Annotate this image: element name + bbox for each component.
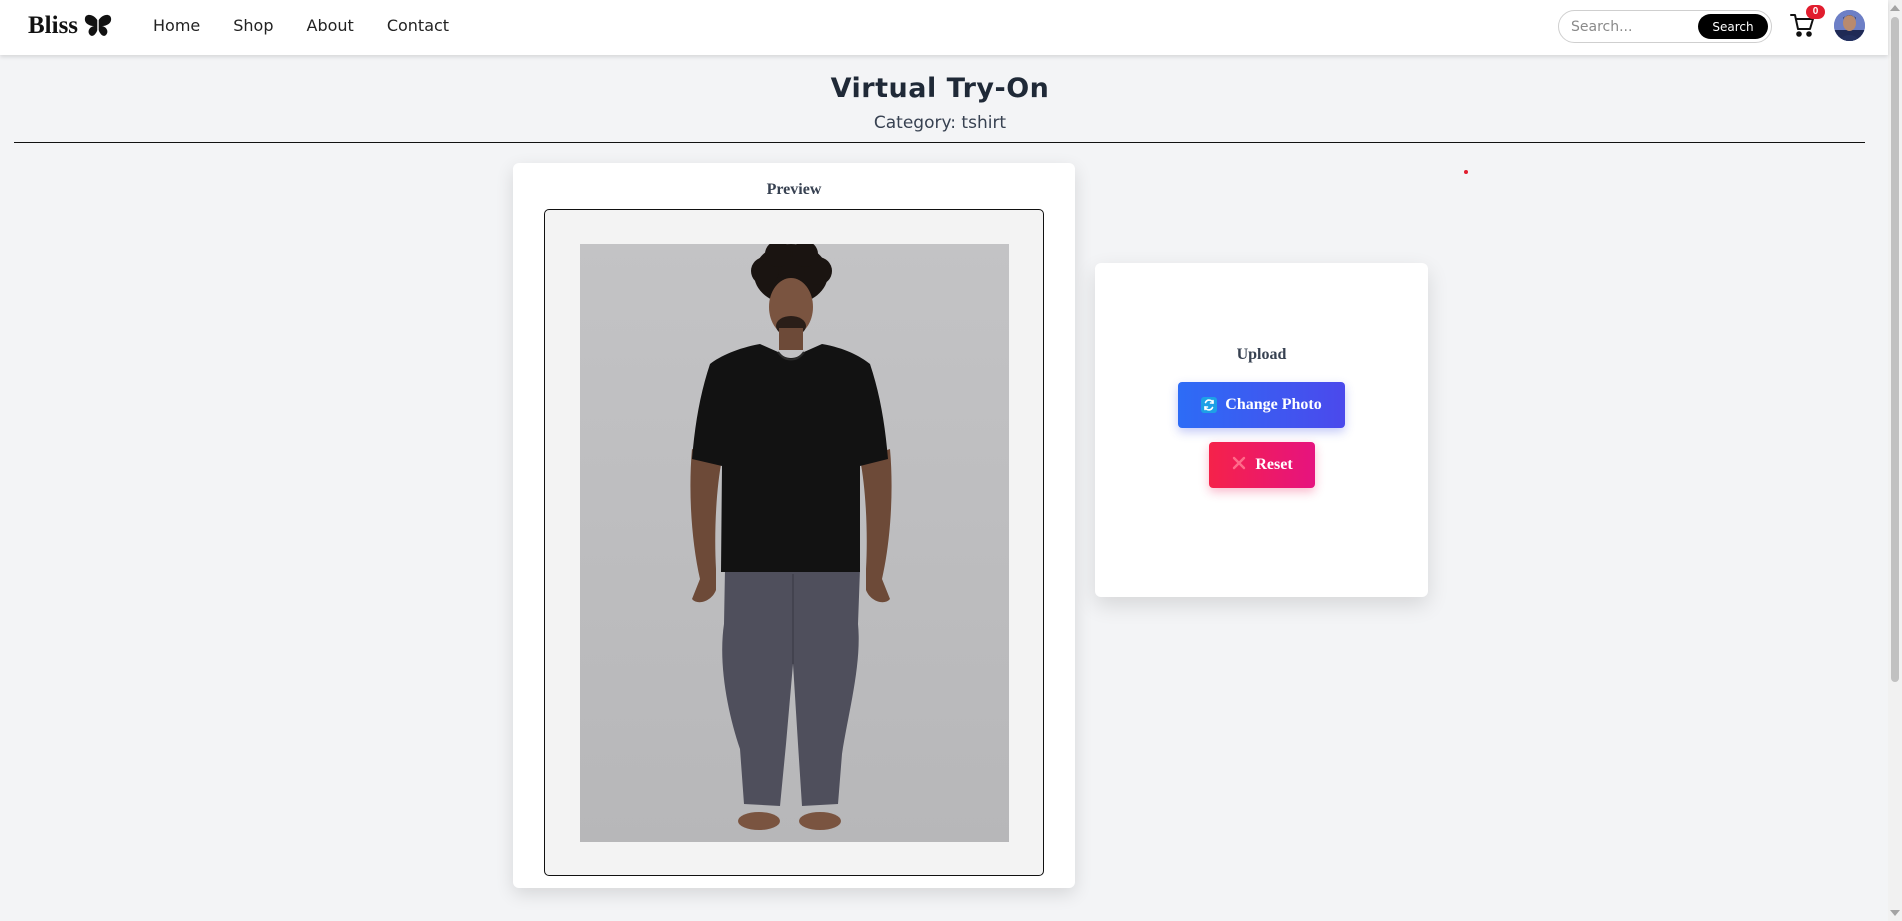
reset-label: Reset [1255, 456, 1293, 473]
avatar-image [1834, 10, 1865, 41]
upload-card: Upload Change Photo Reset [1095, 263, 1428, 597]
nav-link-contact[interactable]: Contact [387, 16, 449, 35]
user-avatar[interactable] [1834, 10, 1865, 41]
change-photo-label: Change Photo [1225, 396, 1322, 413]
refresh-icon [1201, 397, 1218, 413]
nav-link-shop[interactable]: Shop [233, 16, 273, 35]
nav-link-about[interactable]: About [307, 16, 354, 35]
brand-logo[interactable]: Bliss [28, 12, 112, 40]
butterfly-icon [84, 14, 112, 36]
scroll-down-arrow[interactable] [1890, 910, 1900, 916]
preview-image [580, 244, 1009, 842]
search-input[interactable] [1571, 17, 1696, 37]
navbar: Bliss Home Shop About Contact Search 0 [0, 0, 1888, 55]
cart-count-badge: 0 [1806, 5, 1825, 19]
search-button[interactable]: Search [1698, 14, 1768, 39]
nav-links: Home Shop About Contact [153, 16, 482, 35]
change-photo-button[interactable]: Change Photo [1178, 382, 1345, 428]
search-bar: Search [1558, 10, 1772, 43]
page-title: Virtual Try-On [830, 73, 1050, 104]
preview-card: Preview [513, 163, 1075, 888]
indicator-dot [1464, 170, 1468, 174]
brand-name: Bliss [28, 12, 79, 39]
scroll-up-arrow[interactable] [1890, 5, 1900, 11]
model-photo [580, 244, 1009, 842]
preview-frame [544, 209, 1044, 876]
close-icon [1231, 455, 1247, 476]
category-label: Category: tshirt [873, 113, 1007, 133]
scroll-thumb[interactable] [1891, 17, 1899, 682]
vertical-scrollbar[interactable] [1888, 0, 1902, 921]
nav-link-home[interactable]: Home [153, 16, 200, 35]
reset-button[interactable]: Reset [1209, 442, 1315, 488]
upload-title: Upload [1236, 346, 1287, 363]
preview-title: Preview [766, 181, 822, 198]
header-divider [14, 142, 1865, 143]
